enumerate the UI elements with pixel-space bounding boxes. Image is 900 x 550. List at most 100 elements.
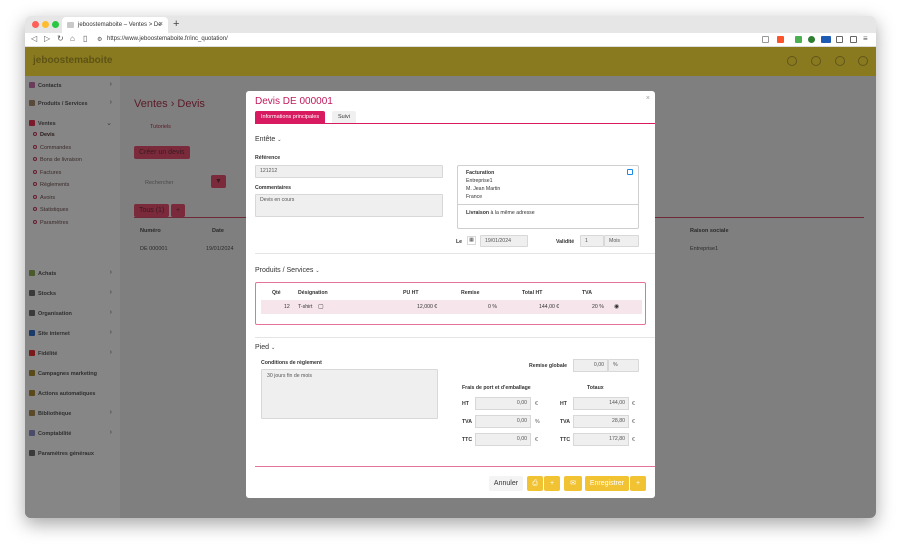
chevron-right-icon[interactable]: › xyxy=(110,309,112,316)
chevron-right-icon[interactable]: › xyxy=(110,329,112,336)
reference-input[interactable]: 121212 xyxy=(255,165,443,178)
app-logo[interactable]: jeboostemaboite xyxy=(33,55,112,66)
search-input[interactable]: Rechercher xyxy=(145,180,173,186)
sidebar-item[interactable]: Site internet xyxy=(29,330,70,337)
back-icon[interactable]: ◁ xyxy=(31,34,37,43)
row-numero[interactable]: DE 000001 xyxy=(140,246,168,252)
sidebar-item[interactable]: Actions automatiques xyxy=(29,390,95,397)
chevron-right-icon[interactable]: › xyxy=(110,429,112,436)
sidebar-item[interactable]: Produits / Services xyxy=(29,100,88,107)
tutorials-link[interactable]: Tutoriels xyxy=(150,124,171,130)
sidebar-item[interactable]: Achats xyxy=(29,270,56,277)
chevron-down-icon: ⌄ xyxy=(270,345,276,351)
sidebar-subitem[interactable]: Avoirs xyxy=(33,194,55,201)
close-tab-icon[interactable]: × xyxy=(159,21,163,28)
home-icon[interactable]: ⌂ xyxy=(70,34,75,43)
chevron-right-icon[interactable]: › xyxy=(110,269,112,276)
validity-unit-select[interactable]: Mois xyxy=(604,235,639,247)
add-filter-button[interactable]: + xyxy=(171,204,186,217)
chevron-right-icon[interactable]: › xyxy=(110,409,112,416)
new-tab-button[interactable]: + xyxy=(173,18,179,30)
validity-input[interactable]: 1 xyxy=(580,235,604,247)
comments-textarea[interactable]: Devis en cours xyxy=(255,194,443,217)
save-button[interactable]: Enregistrer xyxy=(585,476,629,491)
site-info-icon[interactable]: ⚙ xyxy=(97,36,102,43)
bell-icon[interactable] xyxy=(787,56,797,66)
sidebar-item-label: Bibliothèque xyxy=(38,411,72,417)
filter-icon[interactable]: ▼ xyxy=(211,175,226,188)
forward-icon[interactable]: ▷ xyxy=(44,34,50,43)
tab-follow-up[interactable]: Suivi xyxy=(332,111,356,123)
sidebar-item-icon xyxy=(29,450,35,456)
tab-all[interactable]: Tous (1) xyxy=(134,204,170,217)
chevron-right-icon[interactable]: › xyxy=(110,99,112,106)
chevron-down-icon[interactable]: ⌄ xyxy=(106,119,112,127)
eye-icon[interactable]: ◉ xyxy=(614,303,619,310)
date-input[interactable]: 19/01/2024 xyxy=(480,235,528,247)
help-icon[interactable] xyxy=(811,56,821,66)
logout-icon[interactable] xyxy=(858,56,868,66)
sidebar-toggle-icon[interactable] xyxy=(850,36,857,43)
sidebar-subitem[interactable]: Règlements xyxy=(33,182,69,188)
chevron-right-icon[interactable]: › xyxy=(110,289,112,296)
bookmark-icon[interactable]: ▯ xyxy=(83,34,87,43)
sidebar-item[interactable]: Contacts xyxy=(29,82,62,89)
shipping-ttc-input[interactable]: 0,00 xyxy=(475,433,531,446)
conditions-textarea[interactable]: 30 jours fin de mois xyxy=(261,369,438,419)
url-input[interactable]: https://www.jeboostemaboite.fr/inc_quota… xyxy=(107,36,228,42)
sidebar-item[interactable]: Campagnes marketing xyxy=(29,370,97,377)
close-window-button[interactable] xyxy=(32,21,39,28)
create-quote-button[interactable]: Créer un devis xyxy=(134,146,190,159)
external-link-icon[interactable] xyxy=(627,169,633,175)
section-footer-toggle[interactable]: Pied ⌄ xyxy=(255,344,275,351)
sidebar-item[interactable]: Bibliothèque xyxy=(29,410,71,417)
sidebar-subitem[interactable]: Commandes xyxy=(33,144,71,151)
sidebar-item[interactable]: Fidélité xyxy=(29,350,57,357)
tab-main-info[interactable]: Informations principales xyxy=(255,111,326,123)
sidebar-item[interactable]: Ventes xyxy=(29,120,56,127)
print-more-button[interactable]: + xyxy=(544,476,560,491)
note-icon[interactable]: ▢ xyxy=(318,303,324,310)
sidebar-item[interactable]: Paramètres généraux xyxy=(29,450,94,457)
minimize-window-button[interactable] xyxy=(42,21,49,28)
sidebar-subitem[interactable]: Factures xyxy=(33,169,61,176)
calendar-icon[interactable]: ▦ xyxy=(467,236,476,245)
section-header-toggle[interactable]: Entête ⌄ xyxy=(255,136,281,143)
brave-shield-icon[interactable] xyxy=(777,36,784,43)
shipping-ttc-label: TTC xyxy=(462,437,473,443)
sidebar-item[interactable]: Stocks xyxy=(29,290,56,297)
section-products-toggle[interactable]: Produits / Services ⌄ xyxy=(255,267,320,274)
extension-blue-icon[interactable] xyxy=(821,36,831,43)
save-more-button[interactable]: + xyxy=(630,476,646,491)
share-icon[interactable] xyxy=(762,36,769,43)
heart-icon[interactable] xyxy=(835,56,845,66)
close-icon[interactable]: × xyxy=(646,95,650,102)
extension-green-icon[interactable] xyxy=(795,36,802,43)
sidebar-item[interactable]: Organisation xyxy=(29,310,72,317)
sidebar-item[interactable]: Comptabilité xyxy=(29,430,71,437)
chevron-right-icon[interactable]: › xyxy=(110,349,112,356)
chevron-right-icon[interactable]: › xyxy=(110,81,112,88)
menu-icon[interactable]: ≡ xyxy=(863,34,868,43)
sidebar-item-label: Ventes xyxy=(38,121,56,127)
table-row[interactable]: 12 T-shirt ▢ 12,000 € 0 % 144,00 € 20 % … xyxy=(261,300,642,314)
extensions-icon[interactable] xyxy=(836,36,843,43)
cancel-button[interactable]: Annuler xyxy=(489,476,523,491)
email-button[interactable]: ✉ xyxy=(564,476,582,491)
reload-icon[interactable]: ↻ xyxy=(57,34,64,43)
sidebar-subitem[interactable]: Devis xyxy=(33,132,55,138)
browser-tab[interactable]: jeboostemaboite – Ventes > De × xyxy=(62,17,168,33)
sidebar-subitem[interactable]: Bons de livraison xyxy=(33,157,82,163)
maximize-window-button[interactable] xyxy=(52,21,59,28)
col-date: Date xyxy=(212,228,224,234)
shipping-ht-input[interactable]: 0,00 xyxy=(475,397,531,410)
extension-circle-icon[interactable] xyxy=(808,36,815,43)
sidebar-subitem[interactable]: Statistiques xyxy=(33,207,68,213)
shipping-tva-input[interactable]: 0,00 xyxy=(475,415,531,428)
print-button[interactable]: ⎙ xyxy=(527,476,543,491)
global-discount-input[interactable]: 0,00 xyxy=(573,359,608,372)
delivery-line: Livraison à la même adresse xyxy=(466,210,535,216)
sidebar-item-label: Contacts xyxy=(38,83,62,89)
sidebar-subitem[interactable]: Paramètres xyxy=(33,219,68,226)
global-discount-unit-select[interactable]: % xyxy=(608,359,639,372)
